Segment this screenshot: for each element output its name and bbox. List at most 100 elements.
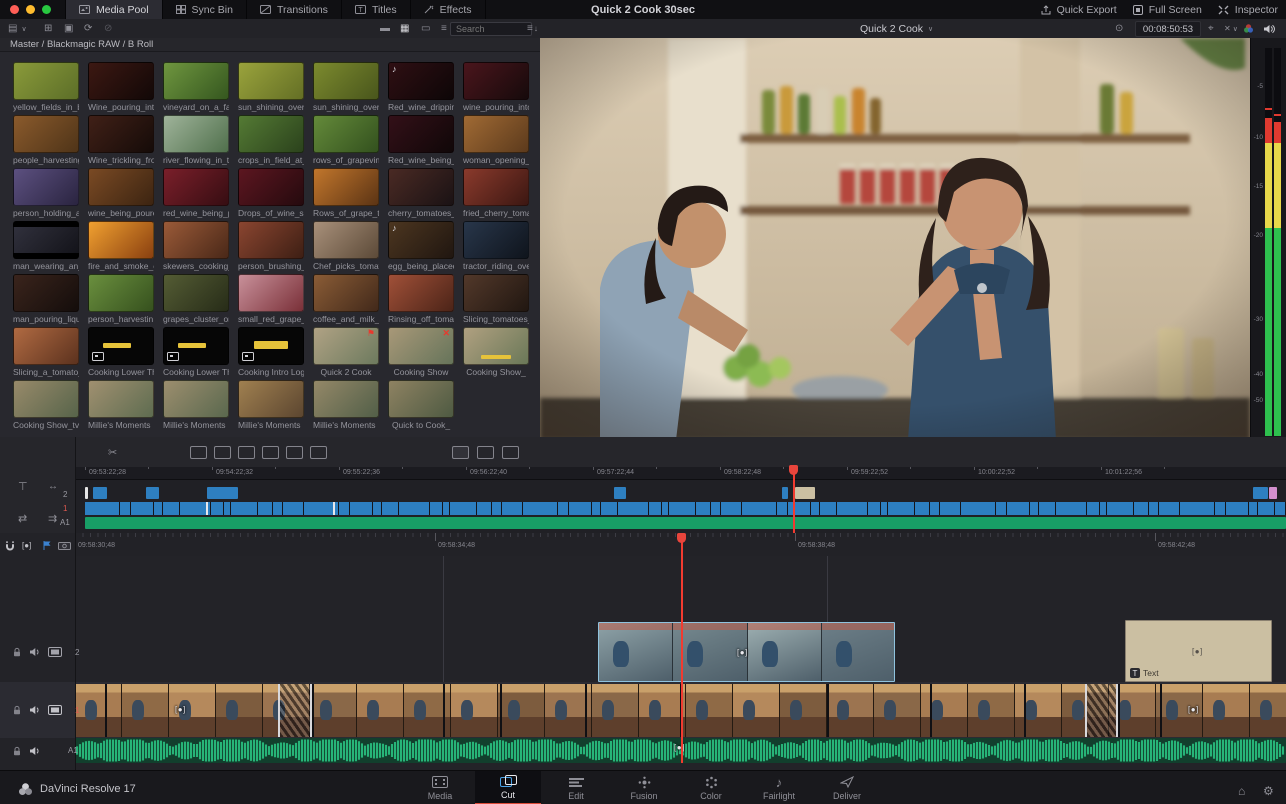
upper-timeline-clip[interactable]: [1107, 502, 1133, 515]
media-clip[interactable]: sun_shining_over_…: [238, 62, 304, 112]
media-clip[interactable]: Rinsing_off_tomat…: [388, 274, 454, 324]
timeline-view-icon[interactable]: [452, 446, 469, 459]
media-clip[interactable]: man_wearing_an_…: [13, 221, 79, 271]
window-controls[interactable]: [10, 5, 51, 14]
upper-timeline-clip[interactable]: [523, 502, 557, 515]
media-clip[interactable]: tractor_riding_ove…: [463, 221, 529, 271]
upper-timeline-clip[interactable]: [1275, 502, 1285, 515]
upper-playhead[interactable]: [793, 467, 795, 533]
track-header-v2[interactable]: 2: [0, 622, 75, 682]
ripple-overwrite-icon[interactable]: [238, 446, 255, 459]
upper-timeline-clip[interactable]: [811, 502, 819, 515]
page-fusion[interactable]: Fusion: [611, 771, 677, 804]
upper-timeline-clip[interactable]: [231, 502, 257, 515]
upper-timeline-clip[interactable]: [502, 502, 522, 515]
relink-icon[interactable]: ⊘: [104, 19, 112, 38]
speaker-icon[interactable]: [1263, 19, 1275, 38]
upper-timeline-clip[interactable]: [1226, 502, 1248, 515]
media-clip[interactable]: skewers_cooking_…: [163, 221, 229, 271]
upper-timeline-clip[interactable]: [211, 502, 223, 515]
video-enable-icon[interactable]: [48, 647, 62, 657]
track-header-a1[interactable]: A1: [0, 738, 75, 763]
lock-icon[interactable]: [12, 705, 22, 715]
upper-timeline-clip[interactable]: [450, 502, 476, 515]
upper-timeline-clip[interactable]: [382, 502, 398, 515]
camera-tools-icon[interactable]: [58, 536, 71, 555]
mute-speaker-icon[interactable]: [29, 647, 41, 657]
swap-clips-icon[interactable]: ⇄: [18, 509, 27, 528]
media-clip[interactable]: wine_pouring_into…: [463, 62, 529, 112]
settings-gear-icon[interactable]: ⚙: [1263, 781, 1274, 800]
page-deliver[interactable]: Deliver: [814, 771, 880, 804]
mute-speaker-icon[interactable]: [29, 746, 41, 756]
list-view-icon[interactable]: ≡: [441, 19, 447, 38]
strip-view-icon[interactable]: ▬: [380, 19, 390, 38]
upper-timeline-clip[interactable]: [1030, 502, 1038, 515]
upper-timeline-clip[interactable]: [350, 502, 372, 515]
upper-timeline-clip[interactable]: [339, 502, 349, 515]
media-clip[interactable]: woman_opening_…: [463, 115, 529, 165]
media-clip[interactable]: coffee_and_milk_b…: [313, 274, 379, 324]
page-cut[interactable]: Cut: [475, 771, 541, 804]
media-clip[interactable]: Millie's Moments …: [313, 380, 379, 430]
upper-timeline-clip[interactable]: [795, 487, 815, 499]
media-clip[interactable]: person_harvestin…: [88, 274, 154, 324]
media-clip[interactable]: ⚑Quick 2 Cook: [313, 327, 379, 377]
upper-timeline-clip[interactable]: [940, 502, 960, 515]
upper-timeline-clip[interactable]: [1134, 502, 1148, 515]
track-header-v1[interactable]: 1: [0, 682, 75, 738]
viewer-panel[interactable]: [540, 38, 1250, 440]
video-enable-icon[interactable]: [48, 705, 62, 715]
boring-detector-icon[interactable]: [477, 446, 494, 459]
upper-timeline-clip[interactable]: [154, 502, 162, 515]
split-clip-icon[interactable]: ✂: [108, 443, 117, 462]
upper-timeline-clip[interactable]: [569, 502, 591, 515]
grid-view-icon[interactable]: ▦: [400, 19, 409, 38]
quick-export-button[interactable]: Quick Export: [1041, 4, 1117, 16]
page-fairlight[interactable]: ♪ Fairlight: [746, 771, 812, 804]
upper-timeline-clip[interactable]: [1159, 502, 1179, 515]
upper-timeline-clip[interactable]: [881, 502, 887, 515]
upper-timeline-clip[interactable]: [1087, 502, 1099, 515]
upper-timeline-clip[interactable]: [614, 487, 626, 499]
upper-timeline-clip[interactable]: [649, 502, 661, 515]
upper-timeline-clip[interactable]: [1039, 502, 1055, 515]
media-clip[interactable]: Red_wine_being_p…: [388, 115, 454, 165]
upper-timeline-clip[interactable]: [618, 502, 648, 515]
bin-list-button[interactable]: ▤∨: [8, 19, 27, 38]
lower-playhead-handle[interactable]: [677, 533, 686, 543]
upper-timeline-clip[interactable]: [120, 502, 130, 515]
media-clip[interactable]: Drops_of_wine_sp…: [238, 168, 304, 218]
lock-icon[interactable]: [12, 746, 22, 756]
media-clip[interactable]: Millie's Moments …: [88, 380, 154, 430]
upper-timeline-clip[interactable]: [868, 502, 880, 515]
media-clip[interactable]: fire_and_smoke_c…: [88, 221, 154, 271]
media-clip[interactable]: Cooking Lower Thi…: [88, 327, 154, 377]
upper-timeline-clip[interactable]: [477, 502, 491, 515]
media-clip[interactable]: yellow_fields_in_bl…: [13, 62, 79, 112]
media-clip[interactable]: people_harvesting…: [13, 115, 79, 165]
upper-timeline-clip[interactable]: [669, 502, 695, 515]
upper-timeline-clip[interactable]: [1180, 502, 1214, 515]
breadcrumb[interactable]: Master / Blackmagic RAW / B Roll: [0, 38, 540, 52]
tab-sync-bin[interactable]: Sync Bin: [162, 0, 246, 19]
upper-timeline-clip[interactable]: [1249, 502, 1257, 515]
upper-timeline-clip[interactable]: [696, 502, 710, 515]
source-mark-toggle-icon[interactable]: [●]: [22, 536, 31, 555]
close-up-icon[interactable]: [262, 446, 279, 459]
insert-tool-icon[interactable]: ⊤: [18, 477, 28, 496]
upper-timeline-clip[interactable]: [85, 487, 88, 499]
media-clip[interactable]: Millie's Moments …: [163, 380, 229, 430]
upper-timeline-clip[interactable]: [592, 502, 600, 515]
media-clip[interactable]: ♪Red_wine_drippin…: [388, 62, 454, 112]
upper-timeline-clip[interactable]: [430, 502, 442, 515]
close-window-icon[interactable]: [10, 5, 19, 14]
place-on-top-icon[interactable]: [286, 446, 303, 459]
upper-timeline-clip[interactable]: [820, 502, 836, 515]
media-clip[interactable]: Rows_of_grape_tr…: [313, 168, 379, 218]
upper-timeline-clip[interactable]: [662, 502, 668, 515]
upper-timeline-clip[interactable]: [373, 502, 381, 515]
upper-timeline-clip[interactable]: [207, 487, 238, 499]
snapping-magnet-icon[interactable]: [4, 536, 16, 555]
timeline-title-clip[interactable]: [●] T Text: [1125, 620, 1272, 682]
